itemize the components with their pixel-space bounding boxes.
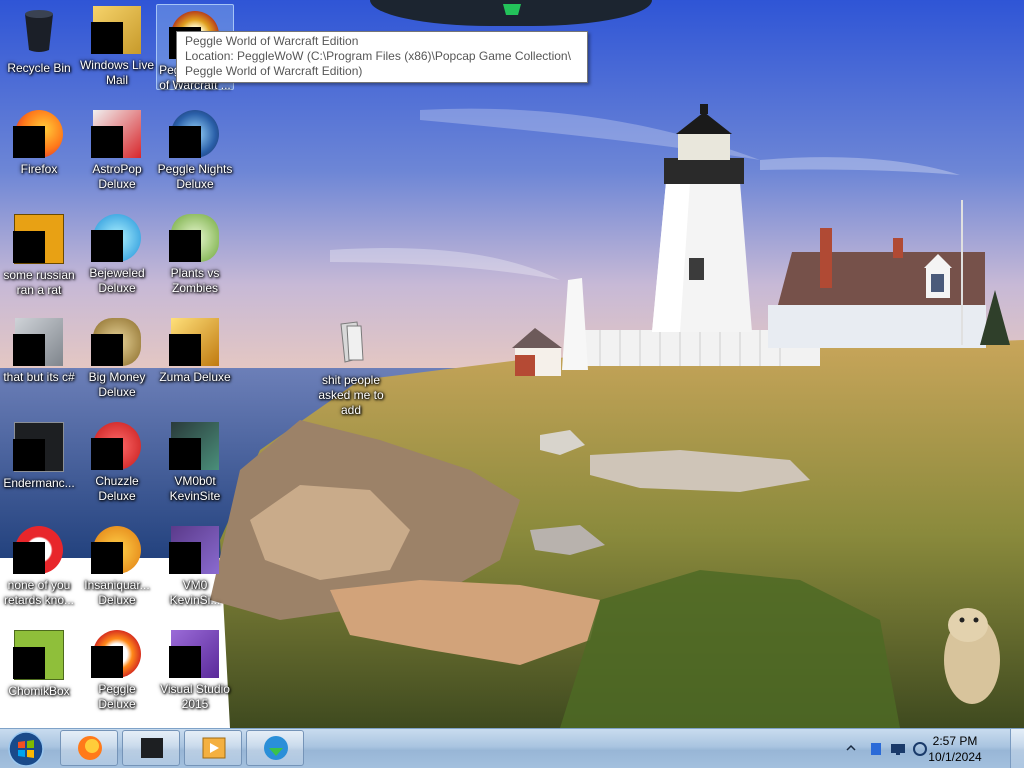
icon-label: Big Money Deluxe (88, 370, 146, 399)
icon-label: Recycle Bin (7, 61, 71, 75)
icon-label: VM0 KevinSi... (169, 578, 221, 607)
icon-label: Insaniquar... Deluxe (84, 578, 150, 607)
icon-label: some russian ran a rat (3, 268, 75, 297)
money-bag-icon (91, 318, 141, 366)
icon-label: that but its c# (3, 370, 75, 384)
visual-studio-icon (169, 630, 219, 678)
desktop-icon-folder-shit-people[interactable]: shit people asked me to add (312, 312, 390, 417)
icon-label: AstroPop Deluxe (92, 162, 142, 191)
icon-label: Visual Studio 2015 (160, 682, 230, 711)
desktop-icon-big-money-deluxe[interactable]: Big Money Deluxe (78, 312, 156, 412)
icon-tooltip: Peggle World of Warcraft Edition Locatio… (176, 31, 588, 83)
clock[interactable]: 2:57 PM 10/1/2024 (920, 733, 990, 765)
terminal-icon (13, 422, 64, 472)
desktop-icon-visual-studio-2015[interactable]: Visual Studio 2015 (156, 624, 234, 724)
download-manager-icon (264, 736, 288, 760)
app-icon (13, 214, 64, 264)
astropop-icon (91, 110, 141, 158)
app-icon (169, 422, 219, 470)
desktop-icon-vm0-kevinsite[interactable]: VM0 KevinSi... (156, 520, 234, 620)
icon-label: Zuma Deluxe (159, 370, 231, 384)
desktop-icon-chuzzle-deluxe[interactable]: Chuzzle Deluxe (78, 416, 156, 516)
desktop-icon-endermanc[interactable]: Endermanc... (0, 416, 78, 516)
icon-label: VM0b0t KevinSite (169, 474, 221, 503)
fish-icon (91, 526, 141, 574)
bejeweled-icon (91, 214, 141, 262)
icon-label: Firefox (20, 162, 58, 176)
peggle-nights-icon (169, 110, 219, 158)
tooltip-location-cont: Peggle World of Warcraft Edition) (185, 64, 363, 78)
terminal-icon (141, 738, 163, 758)
taskbar-download-manager[interactable] (246, 730, 304, 766)
icon-label: none of you retards kno... (3, 578, 75, 607)
clock-time: 2:57 PM (932, 734, 978, 748)
recycle-bin-icon (25, 10, 53, 52)
chevron-up-icon[interactable] (846, 743, 856, 753)
icon-label: shit people asked me to add (318, 373, 384, 417)
desktop-icon-recycle-bin[interactable]: Recycle Bin (0, 0, 78, 100)
media-player-icon (202, 737, 226, 759)
desktop-icon-that-but-its-csharp[interactable]: that but its c# (0, 312, 78, 412)
window-stack-icon (13, 318, 63, 366)
chuzzle-icon (91, 422, 141, 470)
icon-label: Peggle Deluxe (98, 682, 136, 711)
start-button[interactable] (4, 730, 48, 768)
folder-icon (340, 321, 364, 363)
taskbar-firefox[interactable] (60, 730, 118, 766)
desktop-icon-astropop-deluxe[interactable]: AstroPop Deluxe (78, 104, 156, 204)
icon-label: Peggle Nights Deluxe (157, 162, 233, 191)
desktop-icon-peggle-nights-deluxe[interactable]: Peggle Nights Deluxe (156, 104, 234, 204)
icon-label: Endermanc... (3, 476, 75, 490)
desktop-icon-chomikbox[interactable]: ChomikBox (0, 624, 78, 724)
desktop-icon-peggle-deluxe[interactable]: Peggle Deluxe (78, 624, 156, 724)
desktop-icon-none-of-you[interactable]: none of you retards kno... (0, 520, 78, 620)
peggle-icon (91, 630, 141, 678)
icon-label: Plants vs Zombies (170, 266, 220, 295)
desktop-icon-vm0b0t-kevinsite[interactable]: VM0b0t KevinSite (156, 416, 234, 516)
network-icon[interactable] (868, 741, 884, 757)
icon-label: Bejeweled Deluxe (89, 266, 145, 295)
desktop[interactable]: Recycle Bin Firefox some russian ran a r… (0, 0, 1024, 728)
icon-label: ChomikBox (8, 684, 70, 698)
icon-label: Windows Live Mail (79, 58, 155, 87)
desktop-icon-insaniquarium-deluxe[interactable]: Insaniquar... Deluxe (78, 520, 156, 620)
taskbar: 2:57 PM 10/1/2024 (0, 728, 1024, 768)
firefox-icon (13, 110, 63, 158)
mail-icon (91, 6, 141, 54)
clock-date: 10/1/2024 (928, 750, 982, 764)
firefox-icon (78, 736, 102, 760)
desktop-icon-zuma-deluxe[interactable]: Zuma Deluxe (156, 312, 234, 412)
desktop-icon-windows-live-mail[interactable]: Windows Live Mail (78, 0, 156, 100)
desktop-icon-some-russian-ran-a-rat[interactable]: some russian ran a rat (0, 208, 78, 308)
monitor-icon[interactable] (890, 741, 906, 757)
desktop-icon-bejeweled-deluxe[interactable]: Bejeweled Deluxe (78, 208, 156, 308)
zuma-icon (169, 318, 219, 366)
taskbar-terminal[interactable] (122, 730, 180, 766)
tooltip-location: Location: PeggleWoW (C:\Program Files (x… (185, 49, 571, 63)
tooltip-title: Peggle World of Warcraft Edition (185, 34, 359, 48)
taskbar-media-player[interactable] (184, 730, 242, 766)
desktop-icon-plants-vs-zombies[interactable]: Plants vs Zombies (156, 208, 234, 308)
chomikbox-icon (13, 630, 64, 680)
opera-icon (13, 526, 63, 574)
icon-label: Chuzzle Deluxe (95, 474, 139, 503)
android-icon (503, 4, 521, 15)
show-desktop-button[interactable] (1010, 729, 1024, 768)
app-icon (169, 526, 219, 574)
plant-icon (169, 214, 219, 262)
desktop-icon-firefox[interactable]: Firefox (0, 104, 78, 204)
